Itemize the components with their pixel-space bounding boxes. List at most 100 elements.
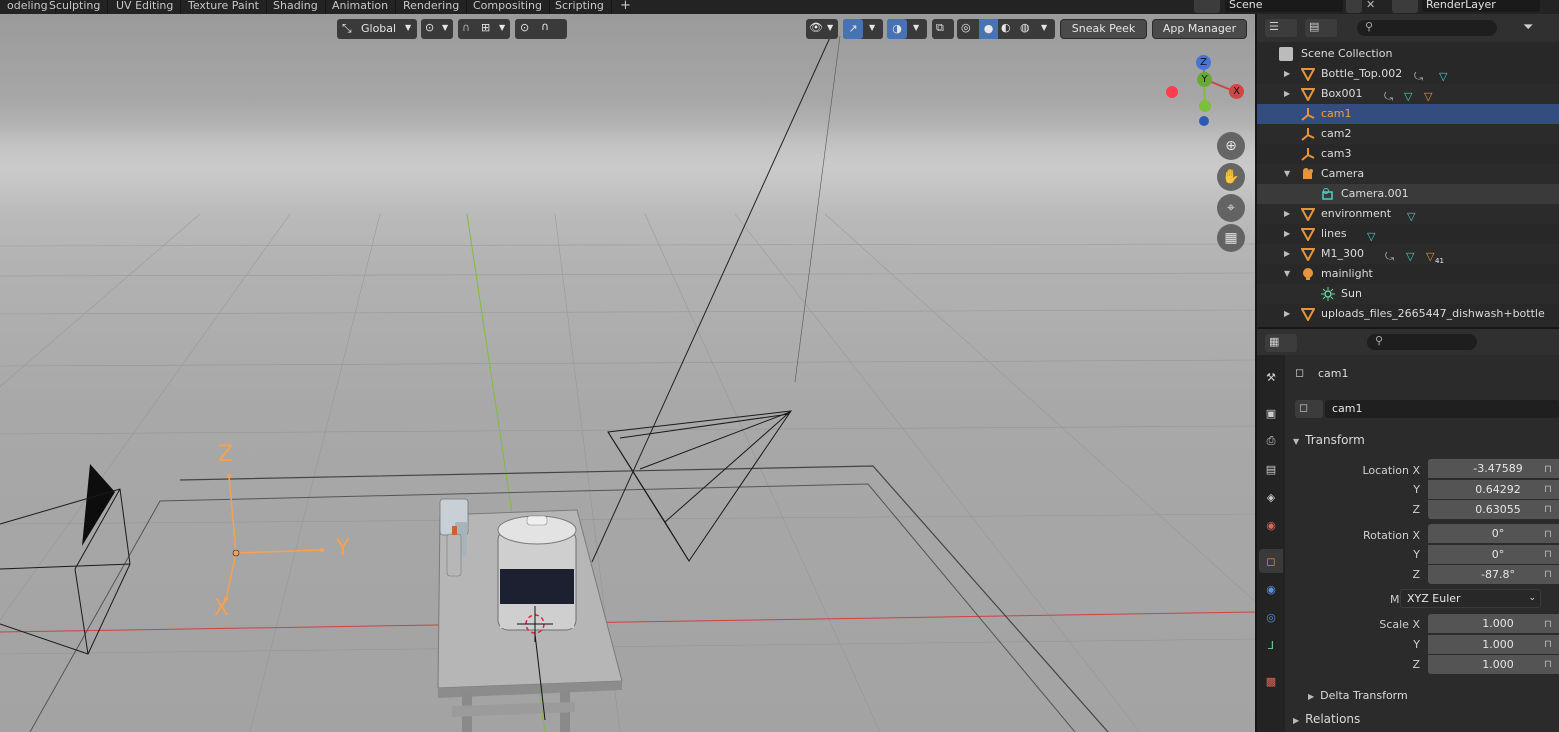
transform-section-header[interactable]: ▼ Transform <box>1293 433 1365 447</box>
display-mode-dropdown[interactable]: ▤ <box>1305 19 1337 37</box>
sneak-peek-button[interactable]: Sneak Peek <box>1060 19 1147 39</box>
scene-name-field[interactable]: Scene <box>1225 0 1343 12</box>
gizmo-toggle[interactable]: ↗ ▼ <box>843 19 883 39</box>
tab-sculpting[interactable]: Sculpting <box>42 0 109 14</box>
hand-pan-icon[interactable]: ✋ <box>1217 163 1245 191</box>
outliner-item[interactable]: ▶ Box001 ⤿ ▽ ▽ <box>1257 84 1559 104</box>
object-data-tab-icon[interactable]: ⅃ <box>1259 633 1283 657</box>
lock-icon[interactable]: ⊓ <box>1544 619 1552 630</box>
output-tab-icon[interactable]: ⎙ <box>1259 429 1283 453</box>
scale-y-field[interactable]: 1.000 <box>1428 634 1559 654</box>
tab-scripting[interactable]: Scripting <box>548 0 612 14</box>
outliner-item[interactable]: ▶ lines ▽ <box>1257 224 1559 244</box>
pivot-point-dropdown[interactable]: ⊙ ▼ <box>421 19 453 39</box>
material-preview-icon[interactable]: ◐ <box>1001 21 1011 34</box>
outliner-item[interactable]: ▼ Camera <box>1257 164 1559 184</box>
snap-increment-icon[interactable]: ⊞ <box>481 21 490 34</box>
lock-icon[interactable]: ⊓ <box>1544 504 1552 515</box>
scene-tab-icon[interactable]: ◈ <box>1259 485 1283 509</box>
properties-search-input[interactable]: ⚲ <box>1367 334 1477 350</box>
shading-mode-buttons[interactable]: ◎ ● ◐ ◍ ▼ <box>957 19 1055 39</box>
lock-icon[interactable]: ⊓ <box>1544 484 1552 495</box>
editor-type-dropdown[interactable]: ☰ <box>1265 19 1297 37</box>
physics-tab-icon[interactable]: ◎ <box>1259 605 1283 629</box>
proportional-editing-icon[interactable]: ⊙ <box>520 21 529 34</box>
properties-panel[interactable]: ▦ ⚲ ⚒ ▣ ⎙ ▤ ◈ ◉ ◻ ◉ ◎ ⅃ ▩ ◻ cam1 ◻ cam1 … <box>1257 327 1559 732</box>
filter-dropdown[interactable]: ⏷ <box>1519 19 1551 37</box>
gizmo-y-axis[interactable]: Y <box>1197 72 1212 87</box>
tab-compositing[interactable]: Compositing <box>466 0 550 14</box>
scale-x-field[interactable]: 1.000 <box>1428 614 1559 633</box>
object-datablock-dropdown[interactable]: ◻ <box>1295 400 1323 418</box>
wireframe-shading-icon[interactable]: ◎ <box>961 21 971 34</box>
tab-animation[interactable]: Animation <box>325 0 397 14</box>
lock-icon[interactable]: ⊓ <box>1544 659 1552 670</box>
outliner-item[interactable]: cam1 <box>1257 104 1559 124</box>
snap-magnet-icon[interactable]: ∩ <box>462 21 470 34</box>
overlays-icon[interactable]: ◑ <box>887 19 907 39</box>
relations-section-header[interactable]: ▶ Relations <box>1293 712 1360 726</box>
zoom-icon[interactable]: ⊕ <box>1217 132 1245 160</box>
location-x-field[interactable]: -3.47589 <box>1428 459 1559 478</box>
world-tab-icon[interactable]: ◉ <box>1259 513 1283 537</box>
delta-transform-section-header[interactable]: ▶ Delta Transform <box>1308 689 1408 702</box>
collapse-toggle[interactable]: ▼ <box>1284 264 1290 284</box>
render-tab-icon[interactable]: ▣ <box>1259 401 1283 425</box>
transform-orientation-dropdown[interactable]: ⤡ Global ▼ <box>337 19 417 39</box>
lock-icon[interactable]: ⊓ <box>1544 549 1552 560</box>
3d-viewport[interactable]: ⤡ Global ▼ ⊙ ▼ ∩ ⊞ ▼ ⊙ ∩ 👁 ▼ ↗ ▼ ◑ ▼ ⧉ ◎… <box>0 14 1255 732</box>
outliner-item[interactable]: cam2 <box>1257 124 1559 144</box>
visibility-dropdown[interactable]: 👁 ▼ <box>806 19 838 39</box>
view-layer-tab-icon[interactable]: ▤ <box>1259 457 1283 481</box>
rotation-mode-dropdown[interactable]: XYZ Euler ⌄ <box>1400 589 1541 608</box>
gizmo-z-axis[interactable]: Z <box>1196 55 1211 70</box>
scene-selector-button[interactable] <box>1194 0 1220 13</box>
delete-scene-icon[interactable]: ✕ <box>1366 0 1375 11</box>
gizmo-icon[interactable]: ↗ <box>843 19 863 39</box>
expand-toggle[interactable]: ▶ <box>1284 84 1290 104</box>
solid-shading-icon[interactable]: ● <box>979 19 998 39</box>
outliner-item[interactable]: ▶ uploads_files_2665447_dishwash+bottle <box>1257 304 1559 324</box>
expand-toggle[interactable]: ▶ <box>1284 304 1290 324</box>
view-layer-selector-button[interactable] <box>1392 0 1418 13</box>
collapse-toggle[interactable]: ▼ <box>1284 164 1290 184</box>
snap-controls[interactable]: ∩ ⊞ ▼ <box>458 19 510 39</box>
view-layer-name-field[interactable]: RenderLayer <box>1422 0 1540 12</box>
editor-type-dropdown[interactable]: ▦ <box>1265 334 1297 352</box>
expand-toggle[interactable]: ▶ <box>1284 204 1290 224</box>
lock-icon[interactable]: ⊓ <box>1544 569 1552 580</box>
object-tab-icon[interactable]: ◻ <box>1259 549 1283 573</box>
outliner-item[interactable]: ▶ environment ▽ <box>1257 204 1559 224</box>
overlays-toggle[interactable]: ◑ ▼ <box>887 19 927 39</box>
scene-collection-row[interactable]: Scene Collection <box>1257 44 1559 64</box>
tab-texture-paint[interactable]: Texture Paint <box>181 0 267 14</box>
outliner-item[interactable]: ▶ Bottle_Top.002 ⤿ ▽ <box>1257 64 1559 84</box>
outliner-item[interactable]: cam3 <box>1257 144 1559 164</box>
grid-perspective-icon[interactable]: ▦ <box>1217 224 1245 252</box>
expand-toggle[interactable]: ▶ <box>1284 244 1290 264</box>
modifiers-tab-icon[interactable]: ◉ <box>1259 577 1283 601</box>
location-z-field[interactable]: 0.63055 <box>1428 499 1559 519</box>
tab-uv-editing[interactable]: UV Editing <box>109 0 182 14</box>
xray-toggle[interactable]: ⧉ <box>932 19 954 39</box>
lock-icon[interactable]: ⊓ <box>1544 464 1552 475</box>
texture-tab-icon[interactable]: ▩ <box>1259 669 1283 693</box>
object-name-field[interactable]: cam1 <box>1325 400 1559 418</box>
camera-view-icon[interactable]: ⌖ <box>1217 194 1245 222</box>
outliner-item[interactable]: ▶ M1_300 ⤿ ▽ ▽ 41 <box>1257 244 1559 265</box>
rotation-z-field[interactable]: -87.8° <box>1428 564 1559 584</box>
lock-icon[interactable]: ⊓ <box>1544 639 1552 650</box>
tool-tab-icon[interactable]: ⚒ <box>1259 365 1283 389</box>
outliner-item[interactable]: Sun <box>1257 284 1559 304</box>
outliner-panel[interactable]: ☰ ▤ ⚲ ⏷ Scene Collection ▶ Bottle_Top.002… <box>1257 14 1559 327</box>
outliner-item[interactable]: ▼ mainlight <box>1257 264 1559 284</box>
app-manager-button[interactable]: App Manager <box>1152 19 1247 39</box>
lock-icon[interactable]: ⊓ <box>1544 529 1552 540</box>
add-workspace-button[interactable]: + <box>613 0 638 14</box>
rotation-x-field[interactable]: 0° <box>1428 524 1559 543</box>
tab-shading[interactable]: Shading <box>266 0 326 14</box>
proportional-editing-controls[interactable]: ⊙ ∩ <box>515 19 567 39</box>
expand-toggle[interactable]: ▶ <box>1284 64 1290 84</box>
expand-toggle[interactable]: ▶ <box>1284 224 1290 244</box>
tab-rendering[interactable]: Rendering <box>396 0 468 14</box>
